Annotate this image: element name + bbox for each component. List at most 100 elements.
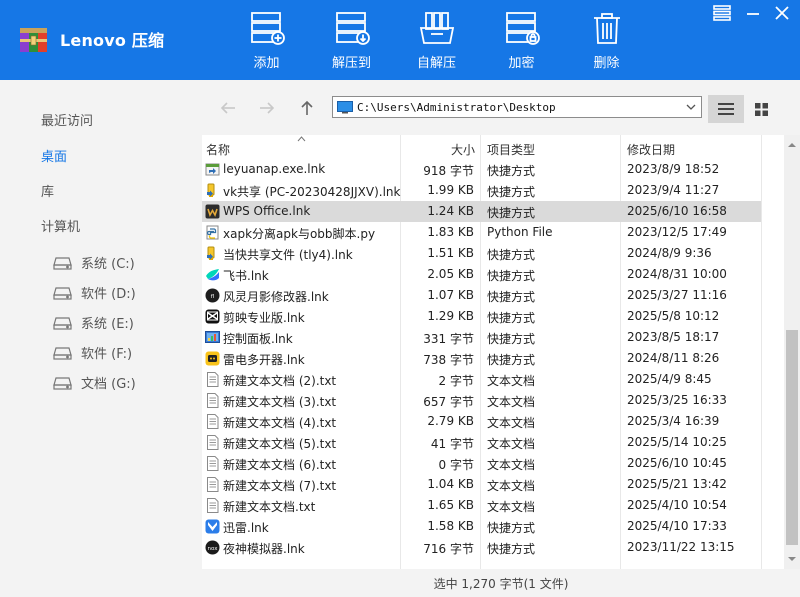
file-row[interactable]: nox 夜神模拟器.lnk 716 字节 快捷方式 2023/11/22 13:15 <box>202 537 761 558</box>
file-name: 新建文本文档 (4).txt <box>223 416 337 430</box>
file-date: 2025/5/14 10:25 <box>627 435 727 449</box>
file-date: 2025/3/25 16:33 <box>627 393 727 407</box>
close-button[interactable] <box>770 4 794 22</box>
vertical-scrollbar[interactable] <box>784 135 800 569</box>
file-row[interactable]: WPS Office.lnk 1.24 KB 快捷方式 2025/6/10 16:58 <box>202 201 761 222</box>
file-row[interactable]: 当快共享文件 (tly4).lnk 1.51 KB 快捷方式 2024/8/9 9:3… <box>202 243 761 264</box>
sidebar-drive-d[interactable]: 软件 (D:) <box>53 283 136 302</box>
file-row[interactable]: 新建文本文档 (7).txt 1.04 KB 文本文档 2025/5/21 13:42 <box>202 474 761 495</box>
sidebar-item-library[interactable]: 库 <box>41 181 54 200</box>
file-row[interactable]: leyuanap.exe.lnk 918 字节 快捷方式 2023/8/9 18:52 <box>202 159 761 180</box>
scroll-down-arrow-icon[interactable] <box>788 555 796 563</box>
file-type: 快捷方式 <box>487 311 536 325</box>
self-extract-label: 自解压 <box>416 56 456 71</box>
ldplayer-icon <box>205 351 220 366</box>
text-file-icon <box>207 372 219 387</box>
text-file-icon <box>207 456 219 471</box>
file-row[interactable]: 新建文本文档 (2).txt 2 字节 文本文档 2025/4/9 8:45 <box>202 369 761 390</box>
self-extract-button[interactable]: 自解压 <box>394 8 479 74</box>
encrypt-button[interactable]: 加密 <box>479 8 564 74</box>
grid-view-button[interactable] <box>743 95 779 123</box>
delete-label: 删除 <box>593 56 620 71</box>
column-header-name[interactable]: 名称 <box>206 141 230 158</box>
file-name: 新建文本文档 (2).txt <box>223 374 337 388</box>
encrypt-label: 加密 <box>508 56 535 71</box>
sort-ascending-icon <box>297 136 306 142</box>
sidebar-drive-e[interactable]: 系统 (E:) <box>53 313 134 332</box>
file-type: 文本文档 <box>487 416 536 430</box>
path-input[interactable] <box>357 100 677 114</box>
minimize-button[interactable] <box>741 4 765 22</box>
file-row[interactable]: 新建文本文档 (4).txt 2.79 KB 文本文档 2025/3/4 16:39 <box>202 411 761 432</box>
add-button[interactable]: 添加 <box>224 8 309 74</box>
list-view-button[interactable] <box>708 95 744 123</box>
text-file-icon <box>207 393 219 408</box>
file-type: 文本文档 <box>487 500 536 514</box>
scrollbar-thumb[interactable] <box>786 330 798 545</box>
column-header-type[interactable]: 项目类型 <box>487 141 535 158</box>
file-name: 风灵月影修改器.lnk <box>223 290 329 304</box>
path-field[interactable] <box>332 96 702 118</box>
file-name: 新建文本文档 (6).txt <box>223 458 337 472</box>
list-view-icon <box>718 103 734 115</box>
capcut-icon <box>205 309 220 324</box>
file-size: 1.83 KB <box>427 225 474 239</box>
file-name: 雷电多开器.lnk <box>223 353 305 367</box>
file-row[interactable]: xapk分离apk与obb脚本.py 1.83 KB Python File 2023… <box>202 222 761 243</box>
grid-view-icon <box>754 102 768 116</box>
sidebar-item-recent[interactable]: 最近访问 <box>41 110 93 129</box>
column-divider <box>761 135 762 569</box>
file-type: 文本文档 <box>487 458 536 472</box>
scroll-up-arrow-icon[interactable] <box>788 141 796 149</box>
file-size: 41 字节 <box>430 437 474 451</box>
drive-label: 软件 (F:) <box>81 347 133 362</box>
file-row[interactable]: 新建文本文档 (3).txt 657 字节 文本文档 2025/3/25 16:33 <box>202 390 761 411</box>
sidebar-item-computer[interactable]: 计算机 <box>41 216 80 235</box>
drive-icon <box>53 376 72 390</box>
file-row[interactable]: 控制面板.lnk 331 字节 快捷方式 2023/8/5 18:17 <box>202 327 761 348</box>
drive-icon <box>53 346 72 360</box>
status-bar: 选中 1,270 字节(1 文件) <box>202 569 800 597</box>
file-type: 文本文档 <box>487 395 536 409</box>
chevron-down-icon[interactable] <box>685 100 697 114</box>
file-row[interactable]: fl 风灵月影修改器.lnk 1.07 KB 快捷方式 2025/3/27 11:16 <box>202 285 761 306</box>
file-row[interactable]: vk共享 (PC-20230428JJXV).lnk 1.99 KB 快捷方式 202… <box>202 180 761 201</box>
column-header-date[interactable]: 修改日期 <box>627 141 675 158</box>
svg-text:nox: nox <box>208 546 219 552</box>
file-row[interactable]: 新建文本文档.txt 1.65 KB 文本文档 2025/4/10 10:54 <box>202 495 761 516</box>
archive-logo-icon <box>20 28 47 52</box>
sidebar-item-desktop[interactable]: 桌面 <box>41 146 67 165</box>
file-date: 2025/4/9 8:45 <box>627 372 712 386</box>
extract-to-button[interactable]: 解压到 <box>309 8 394 74</box>
sidebar-drive-c[interactable]: 系统 (C:) <box>53 253 135 272</box>
file-date: 2025/4/10 10:54 <box>627 498 727 512</box>
file-size: 1.04 KB <box>427 477 474 491</box>
sidebar-drive-f[interactable]: 软件 (F:) <box>53 343 132 362</box>
file-size: 1.29 KB <box>427 309 474 323</box>
file-size: 2.05 KB <box>427 267 474 281</box>
file-name: 剪映专业版.lnk <box>223 311 305 325</box>
file-row[interactable]: 雷电多开器.lnk 738 字节 快捷方式 2024/8/11 8:26 <box>202 348 761 369</box>
back-button[interactable] <box>218 98 238 118</box>
file-type: 快捷方式 <box>487 332 536 346</box>
file-size: 2.79 KB <box>427 414 474 428</box>
menu-button[interactable] <box>710 4 734 22</box>
forward-button[interactable] <box>257 98 277 118</box>
extract-to-label: 解压到 <box>331 56 371 71</box>
file-row[interactable]: 飞书.lnk 2.05 KB 快捷方式 2024/8/31 10:00 <box>202 264 761 285</box>
file-size: 331 字节 <box>423 332 474 346</box>
file-name: 当快共享文件 (tly4).lnk <box>223 248 353 262</box>
file-row[interactable]: 剪映专业版.lnk 1.29 KB 快捷方式 2025/5/8 10:12 <box>202 306 761 327</box>
file-name: 迅雷.lnk <box>223 521 269 535</box>
file-row[interactable]: 新建文本文档 (6).txt 0 字节 文本文档 2025/6/10 10:45 <box>202 453 761 474</box>
file-row[interactable]: 新建文本文档 (5).txt 41 字节 文本文档 2025/5/14 10:25 <box>202 432 761 453</box>
column-header-size[interactable]: 大小 <box>451 141 475 158</box>
file-type: 快捷方式 <box>487 269 536 283</box>
up-folder-button[interactable] <box>297 98 317 118</box>
file-row[interactable]: 迅雷.lnk 1.58 KB 快捷方式 2025/4/10 17:33 <box>202 516 761 537</box>
sidebar-drive-g[interactable]: 文档 (G:) <box>53 373 136 392</box>
delete-button[interactable]: 删除 <box>564 8 649 74</box>
shortcut-icon <box>205 163 220 176</box>
file-size: 1.58 KB <box>427 519 474 533</box>
text-file-icon <box>207 477 219 492</box>
